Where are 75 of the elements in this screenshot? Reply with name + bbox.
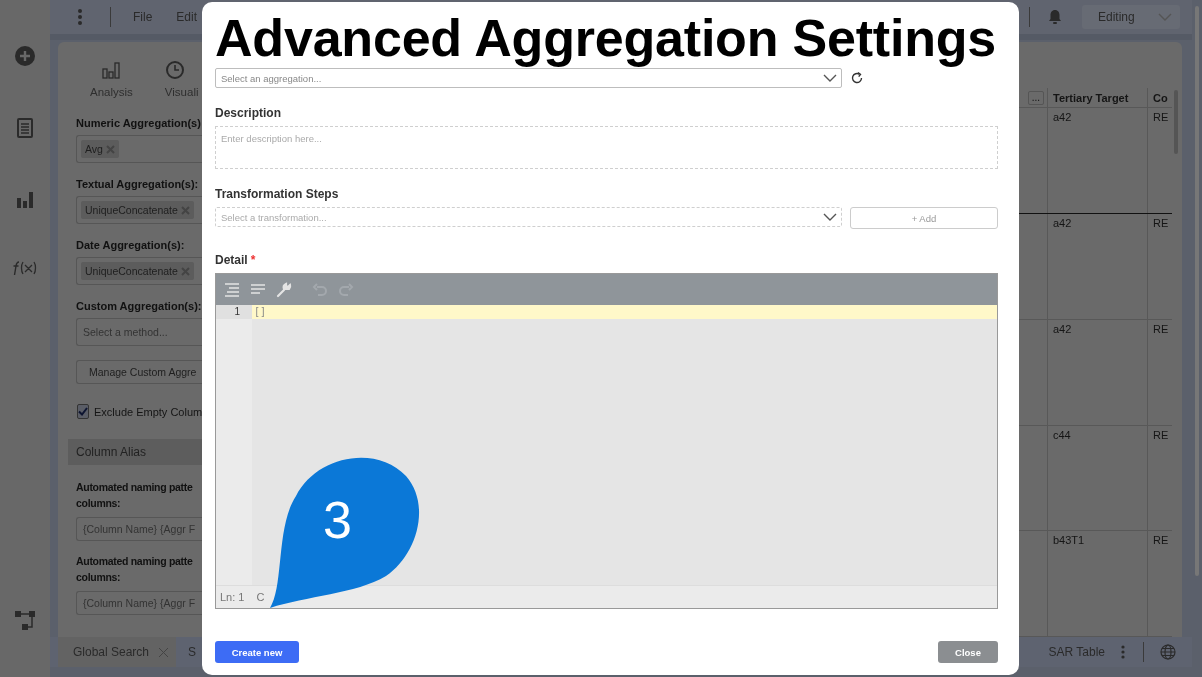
clock-icon bbox=[164, 60, 185, 80]
bottom-tab[interactable]: SAR Table bbox=[1048, 645, 1105, 659]
callout-number: 3 bbox=[323, 490, 352, 550]
table-cell-text: RE bbox=[1152, 216, 1170, 232]
field-label: Detail bbox=[215, 253, 248, 267]
table-cell: b43T1 bbox=[1048, 531, 1148, 637]
tag-field[interactable]: Avg bbox=[76, 135, 202, 163]
dialog-title: Advanced Aggregation Settings bbox=[215, 10, 997, 66]
bar-chart-icon bbox=[101, 60, 122, 80]
table-cell: a42 bbox=[1048, 108, 1148, 214]
code-text: [] bbox=[254, 306, 267, 317]
menu-item[interactable]: Edit bbox=[176, 10, 198, 24]
tag-field[interactable]: UniqueConcatenate bbox=[76, 196, 202, 224]
checkbox[interactable] bbox=[77, 404, 89, 419]
field-label: Date Aggregation(s): bbox=[75, 238, 186, 252]
description-field[interactable]: Enter description here... bbox=[215, 126, 998, 169]
field-label: Description bbox=[215, 106, 282, 120]
column-header[interactable]: Co bbox=[1148, 88, 1172, 108]
checkbox-label: Exclude Empty Colum bbox=[94, 405, 202, 418]
tag-label: UniqueConcatenate bbox=[85, 204, 178, 216]
chevron-down-icon bbox=[823, 213, 837, 221]
chevron-down-icon bbox=[823, 74, 837, 82]
field-label: Numeric Aggregation(s) bbox=[75, 116, 202, 130]
more-icon[interactable] bbox=[1121, 645, 1125, 659]
bottom-tab[interactable]: S bbox=[176, 637, 205, 667]
field-label: Textual Aggregation(s): bbox=[75, 177, 200, 191]
function-icon[interactable] bbox=[12, 260, 38, 276]
panel-tab[interactable]: Visuali bbox=[164, 60, 199, 98]
field-label: Automated naming patte columns: bbox=[75, 480, 194, 511]
more-icon[interactable] bbox=[78, 9, 82, 25]
add-icon[interactable] bbox=[15, 46, 35, 66]
tag-field[interactable]: UniqueConcatenate bbox=[76, 257, 202, 285]
remove-tag-icon[interactable] bbox=[180, 205, 190, 215]
create-button[interactable]: Create new bbox=[215, 641, 299, 663]
column-header[interactable]: Tertiary Target bbox=[1048, 88, 1148, 108]
table-cell-text: RE bbox=[1152, 427, 1170, 443]
chevron-down-icon bbox=[1158, 13, 1172, 21]
wrench-icon[interactable] bbox=[276, 281, 292, 298]
bottom-tab[interactable]: Global Search bbox=[58, 637, 177, 667]
table-cell: a42 bbox=[1048, 214, 1148, 319]
table-cell-text: RE bbox=[1152, 110, 1170, 126]
table-cell-text: RE bbox=[1152, 533, 1170, 549]
menu-item[interactable]: File bbox=[133, 10, 153, 24]
bar-chart-icon[interactable] bbox=[16, 190, 34, 208]
format-icon[interactable] bbox=[250, 283, 266, 296]
close-button[interactable]: Close bbox=[938, 641, 998, 663]
table-cell: a42 bbox=[1048, 319, 1148, 425]
bell-icon[interactable] bbox=[1048, 9, 1062, 25]
field-label: Transformation Steps bbox=[215, 187, 340, 201]
line-number: 1 bbox=[216, 305, 252, 319]
remove-tag-icon[interactable] bbox=[180, 266, 190, 276]
required-mark: * bbox=[250, 253, 256, 267]
status-text: C bbox=[256, 591, 265, 603]
hierarchy-icon[interactable] bbox=[15, 611, 35, 631]
close-icon[interactable] bbox=[159, 647, 169, 657]
tag-label: Avg bbox=[85, 143, 103, 155]
mode-dropdown[interactable]: Editing bbox=[1082, 5, 1180, 29]
refresh-icon[interactable] bbox=[850, 71, 864, 85]
table-cell-text: RE bbox=[1152, 321, 1170, 337]
table-cell: c44 bbox=[1048, 425, 1148, 531]
document-icon[interactable] bbox=[17, 118, 33, 138]
indent-icon[interactable] bbox=[224, 282, 240, 297]
field-label: Custom Aggregation(s): bbox=[75, 299, 202, 313]
aggregation-select[interactable]: Select an aggregation... bbox=[215, 68, 842, 88]
tag-label: UniqueConcatenate bbox=[85, 265, 178, 277]
status-text: Ln: 1 bbox=[220, 591, 245, 603]
field-label: Automated naming patte columns: bbox=[75, 554, 194, 585]
manage-button[interactable]: Manage Custom Aggre bbox=[76, 360, 202, 384]
add-button[interactable]: + Add bbox=[850, 207, 998, 229]
globe-icon[interactable] bbox=[1160, 644, 1176, 660]
more-button[interactable]: ... bbox=[1027, 90, 1044, 105]
transformation-select[interactable]: Select a transformation... bbox=[215, 207, 842, 227]
section-header[interactable]: Column Alias bbox=[68, 439, 202, 465]
panel-tab[interactable]: Analysis bbox=[90, 60, 133, 98]
remove-tag-icon[interactable] bbox=[105, 144, 115, 154]
